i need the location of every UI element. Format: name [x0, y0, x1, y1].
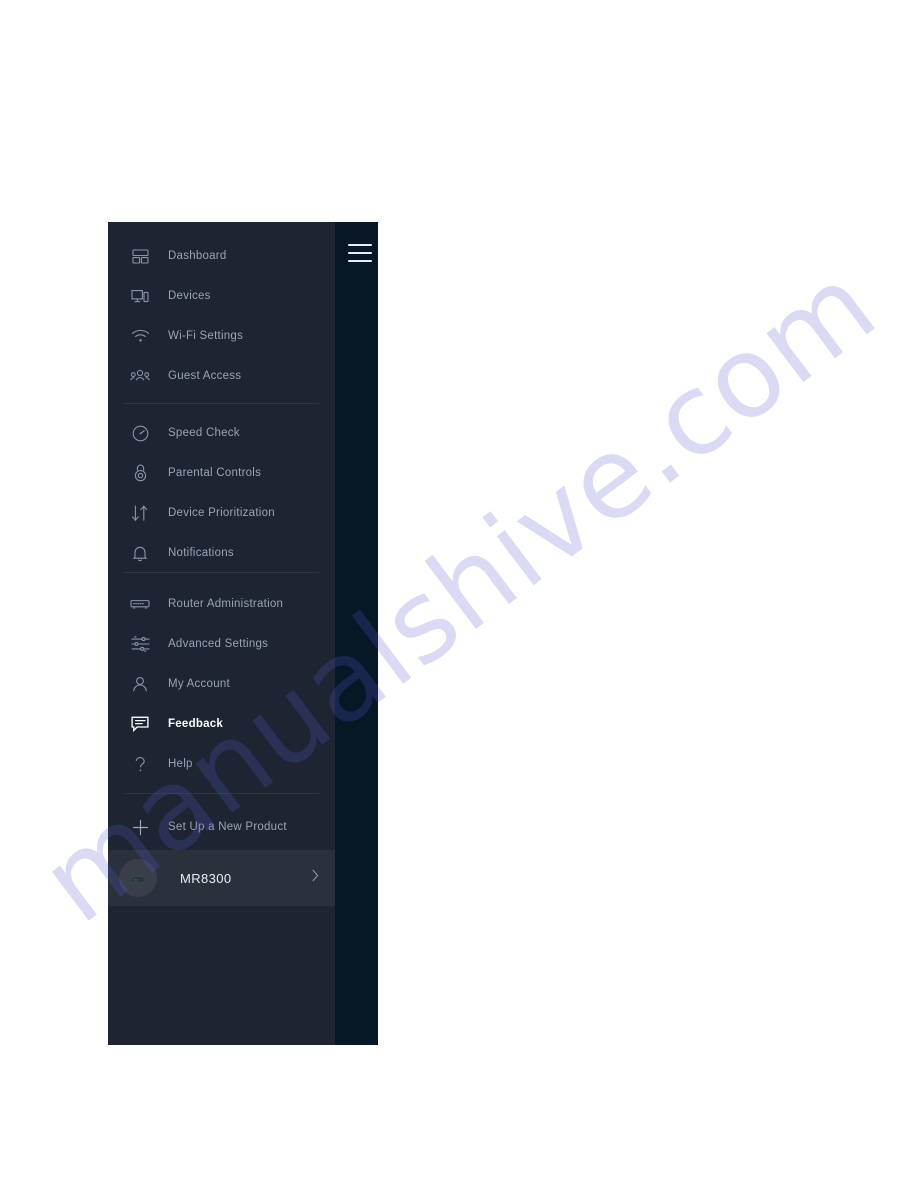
question-mark-icon — [127, 753, 153, 775]
sidebar-item-label: Parental Controls — [168, 467, 262, 479]
guest-access-icon — [127, 365, 153, 387]
setup-item-label: Set Up a New Product — [168, 821, 287, 833]
sidebar-item-label: Router Administration — [168, 598, 284, 610]
sidebar-item-device-prioritization[interactable]: Device Prioritization — [108, 493, 335, 533]
nav-group-account: Router Administration Advanced Settings — [108, 584, 335, 784]
sidebar-item-feedback[interactable]: Feedback — [108, 704, 335, 744]
nav-divider — [124, 793, 319, 794]
sidebar-item-notifications[interactable]: Notifications — [108, 533, 335, 573]
sidebar-item-my-account[interactable]: My Account — [108, 664, 335, 704]
hamburger-line-2 — [348, 252, 372, 254]
sidebar-item-parental-controls[interactable]: Parental Controls — [108, 453, 335, 493]
sidebar-item-wifi-settings[interactable]: Wi-Fi Settings — [108, 316, 335, 356]
lock-icon — [127, 462, 153, 484]
up-down-arrows-icon — [127, 502, 153, 524]
sidebar-item-label: Feedback — [168, 718, 224, 730]
nav-group-primary: Dashboard Devices Wi-Fi Settings Guest A… — [108, 236, 335, 396]
sidebar-item-label: Dashboard — [168, 250, 227, 262]
speech-bubble-icon — [127, 713, 153, 735]
avatar — [119, 859, 157, 897]
bell-icon — [127, 542, 153, 564]
sidebar-item-set-up-new-product[interactable]: Set Up a New Product — [108, 807, 335, 847]
nav-group-tools: Speed Check Parental Controls Device Pri… — [108, 413, 335, 573]
router-icon — [127, 593, 153, 615]
devices-icon — [127, 285, 153, 307]
hamburger-line-3 — [348, 260, 372, 262]
person-icon — [127, 673, 153, 695]
sidebar-item-advanced-settings[interactable]: Advanced Settings — [108, 624, 335, 664]
sidebar-item-label: Speed Check — [168, 427, 240, 439]
sidebar-item-label: Notifications — [168, 547, 234, 559]
sidebar-item-guest-access[interactable]: Guest Access — [108, 356, 335, 396]
app-screenshot: Dashboard Devices Wi-Fi Settings Guest A… — [108, 222, 378, 1045]
sidebar-item-label: Advanced Settings — [168, 638, 269, 650]
content-scrim[interactable] — [335, 222, 378, 1045]
sidebar-item-dashboard[interactable]: Dashboard — [108, 236, 335, 276]
device-row-mr8300[interactable]: MR8300 — [108, 850, 335, 906]
sidebar-item-label: Devices — [168, 290, 211, 302]
sidebar-item-label: My Account — [168, 678, 230, 690]
nav-divider — [124, 572, 319, 573]
plus-icon — [127, 816, 153, 838]
sidebar-item-label: Device Prioritization — [168, 507, 275, 519]
sidebar-item-help[interactable]: Help — [108, 744, 335, 784]
chevron-right-icon[interactable] — [312, 869, 319, 887]
hamburger-line-1 — [348, 244, 372, 246]
menu-toggle-button[interactable] — [348, 244, 372, 262]
sliders-icon — [127, 633, 153, 655]
sidebar-item-label: Guest Access — [168, 370, 242, 382]
sidebar-item-label: Wi-Fi Settings — [168, 330, 244, 342]
sidebar-item-router-administration[interactable]: Router Administration — [108, 584, 335, 624]
speedometer-icon — [127, 422, 153, 444]
sidebar-item-devices[interactable]: Devices — [108, 276, 335, 316]
dashboard-icon — [127, 245, 153, 267]
device-name-label: MR8300 — [180, 870, 232, 886]
wifi-icon — [127, 325, 153, 347]
nav-divider — [124, 403, 319, 404]
sidebar-item-speed-check[interactable]: Speed Check — [108, 413, 335, 453]
sidebar-item-label: Help — [168, 758, 193, 770]
